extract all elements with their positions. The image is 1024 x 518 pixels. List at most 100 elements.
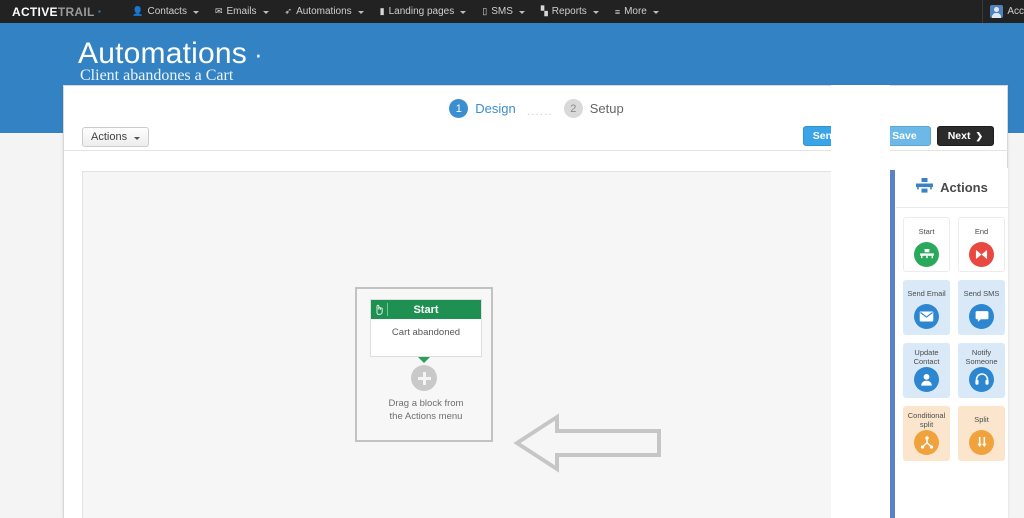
nav-item-reports[interactable]: ▚ Reports [533, 0, 607, 23]
nav-item-label: Automations [296, 6, 352, 17]
nav-item-label: Emails [227, 6, 257, 17]
panel-divider-bar[interactable] [890, 170, 895, 518]
chevron-down-icon [134, 137, 140, 140]
next-label: Next [948, 130, 971, 142]
nav-item-label: Reports [552, 6, 587, 17]
envelope-icon: ✉ [215, 6, 223, 17]
actions-dropdown-button[interactable]: Actions [82, 127, 149, 147]
person-icon: 👤 [132, 6, 143, 17]
connector-arrow-icon [418, 357, 430, 363]
brand-part-1: ACTIVE [12, 5, 58, 19]
step-label: Design [475, 101, 515, 116]
nav-item-more[interactable]: ≡ More [607, 0, 667, 23]
chevron-down-icon [519, 11, 525, 14]
nav-item-label: Contacts [148, 6, 187, 17]
actions-tile-grid: Start End [896, 208, 1008, 470]
drag-hint-text: Drag a block from the Actions menu [357, 397, 495, 423]
chevron-down-icon [460, 11, 466, 14]
bar-chart-icon: ▚ [541, 6, 548, 17]
actions-panel-header: Actions [896, 168, 1008, 208]
action-tile-update-contact[interactable]: Update Contact [903, 343, 950, 398]
nav-item-emails[interactable]: ✉ Emails [207, 0, 277, 23]
page-title: Automations· [78, 37, 263, 71]
automation-canvas[interactable]: Start Cart abandoned Drag a block from t… [82, 171, 894, 518]
account-label: Acc [1007, 6, 1024, 17]
action-tile-label: Update Contact [903, 347, 950, 366]
branch-icon [914, 430, 939, 455]
page-icon: ▮ [380, 6, 385, 17]
start-block-header: Start [371, 300, 481, 319]
action-tile-end[interactable]: End [958, 217, 1005, 272]
action-tile-label: Start [918, 222, 936, 241]
nav-links: 👤 Contacts ✉ Emails ➶ Automations ▮ Land… [124, 0, 667, 23]
split-arrows-icon [969, 430, 994, 455]
actions-panel: Actions Start End [896, 168, 1008, 518]
add-block-button[interactable] [411, 365, 437, 391]
left-arrow-annotation [513, 412, 663, 479]
action-tile-conditional-split[interactable]: Conditional split [903, 406, 950, 461]
nav-item-sms[interactable]: ▯ SMS [474, 0, 533, 23]
brand-logo[interactable]: ACTIVETRAIL· [12, 4, 102, 19]
nav-item-landing-pages[interactable]: ▮ Landing pages [372, 0, 475, 23]
page-subtitle: Client abandones a Cart [80, 67, 233, 85]
page-title-text: Automations [78, 37, 247, 70]
nav-item-label: SMS [491, 6, 513, 17]
action-tile-label: Split [973, 410, 990, 429]
top-navbar: ACTIVETRAIL· 👤 Contacts ✉ Emails ➶ Autom… [0, 0, 1024, 23]
mobile-icon: ▯ [482, 6, 487, 17]
canvas-right-gutter [831, 85, 890, 518]
headset-icon [969, 367, 994, 392]
save-label: Save [892, 130, 917, 142]
chat-bubble-icon [969, 304, 994, 329]
list-icon: ≡ [615, 7, 620, 17]
chevron-down-icon [263, 11, 269, 14]
action-tile-label: Send Email [906, 284, 946, 303]
drag-hint-line-1: Drag a block from [357, 397, 495, 410]
chevron-down-icon [653, 11, 659, 14]
action-tile-label: Send SMS [963, 284, 1001, 303]
action-tile-send-email[interactable]: Send Email [903, 280, 950, 335]
action-tile-split[interactable]: Split [958, 406, 1005, 461]
nav-item-label: More [624, 6, 647, 17]
brand-part-2: TRAIL [58, 5, 95, 19]
automation-icon: ➶ [285, 6, 293, 17]
chevron-down-icon [358, 11, 364, 14]
action-tile-label: Conditional split [903, 410, 950, 429]
sitemap-icon [914, 242, 939, 267]
start-block[interactable]: Start Cart abandoned [370, 299, 482, 357]
chevron-down-icon [593, 11, 599, 14]
step-label: Setup [590, 101, 624, 116]
chevron-down-icon [193, 11, 199, 14]
actions-dropdown-label: Actions [91, 131, 127, 143]
nav-item-label: Landing pages [389, 6, 455, 17]
envelope-icon [914, 304, 939, 329]
start-block-body: Cart abandoned [371, 319, 481, 357]
action-tile-send-sms[interactable]: Send SMS [958, 280, 1005, 335]
flags-icon [969, 242, 994, 267]
step-design[interactable]: 1 Design [449, 99, 515, 118]
start-block-title: Start [388, 304, 481, 316]
step-number: 1 [449, 99, 468, 118]
account-menu[interactable]: Acc [982, 0, 1024, 23]
person-icon [914, 367, 939, 392]
brand-dot: · [98, 4, 103, 19]
action-tile-notify-someone[interactable]: Notify Someone [958, 343, 1005, 398]
next-button[interactable]: Next ❯ [937, 126, 994, 146]
action-tile-label: Notify Someone [958, 347, 1005, 366]
step-connector-dots: ...... [527, 104, 553, 118]
action-tile-label: End [974, 222, 989, 241]
chevron-right-icon: ❯ [975, 131, 983, 142]
page-title-separator: · [247, 39, 263, 69]
user-avatar-icon [990, 5, 1003, 18]
nav-item-contacts[interactable]: 👤 Contacts [124, 0, 207, 23]
action-tile-start[interactable]: Start [903, 217, 950, 272]
start-block-group[interactable]: Start Cart abandoned Drag a block from t… [355, 287, 493, 442]
sitemap-icon [916, 178, 933, 198]
step-setup[interactable]: 2 Setup [564, 99, 624, 118]
actions-panel-title: Actions [940, 180, 988, 195]
nav-item-automations[interactable]: ➶ Automations [277, 0, 372, 23]
hand-pointer-icon [371, 304, 387, 315]
drag-hint-line-2: the Actions menu [357, 410, 495, 423]
app-root: ACTIVETRAIL· 👤 Contacts ✉ Emails ➶ Autom… [0, 0, 1024, 518]
step-number: 2 [564, 99, 583, 118]
